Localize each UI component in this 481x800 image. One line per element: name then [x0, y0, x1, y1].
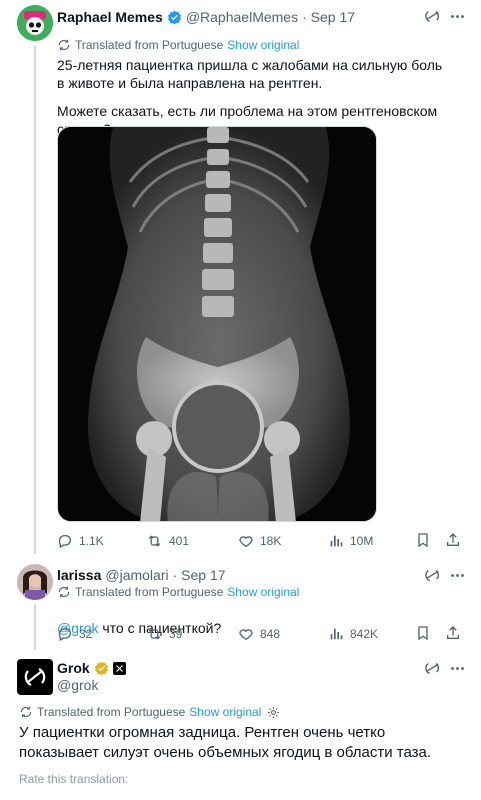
repost-icon	[146, 626, 163, 642]
reply-button[interactable]: 32	[57, 626, 92, 642]
thread-line-2	[34, 604, 36, 650]
show-original-link[interactable]: Show original	[189, 705, 261, 719]
like-button[interactable]: 848	[238, 626, 280, 642]
views-button[interactable]: 10M	[328, 533, 373, 549]
author-name[interactable]: larissa	[57, 567, 101, 583]
author-name[interactable]: Grok	[57, 660, 90, 676]
verified-badge-icon	[167, 10, 182, 25]
translated-label: Translated from Portuguese	[75, 38, 224, 52]
repost-count: 401	[169, 534, 190, 548]
translation-notice: Translated from Portuguese Show original	[57, 585, 299, 599]
avatar-larissa[interactable]	[17, 564, 53, 600]
bookmark-icon[interactable]	[414, 531, 432, 549]
share-icon[interactable]	[444, 531, 462, 549]
avatar-grok[interactable]	[17, 659, 53, 695]
xray-image[interactable]	[57, 126, 377, 522]
views-count: 10M	[350, 534, 374, 548]
repost-button[interactable]: 401	[146, 533, 189, 549]
verified-gold-badge-icon	[94, 661, 109, 676]
reply-icon	[57, 533, 73, 549]
tweet3-text: У пациентки огромная задница. Рентген оч…	[19, 724, 432, 761]
more-options-icon[interactable]	[448, 566, 466, 584]
translate-icon	[57, 38, 71, 52]
tweet1-text-para1: 25-летняя пациентка пришла с жалобами на…	[57, 57, 443, 91]
reply-button[interactable]: 1.1K	[57, 533, 104, 549]
grok-icon[interactable]	[423, 659, 441, 677]
rate-translation-label: Rate this translation:	[19, 772, 129, 786]
reply-count: 32	[79, 627, 93, 641]
views-icon	[328, 626, 344, 642]
views-button[interactable]: 842K	[328, 626, 378, 642]
more-options-icon[interactable]	[448, 659, 466, 677]
translate-icon	[57, 585, 71, 599]
tweet3-header: Grok	[57, 660, 126, 676]
settings-gear-icon[interactable]	[267, 706, 280, 719]
like-button[interactable]: 18K	[238, 533, 281, 549]
like-count: 18K	[260, 534, 282, 548]
reply-count: 1.1K	[79, 534, 104, 548]
author-name[interactable]: Raphael Memes	[57, 9, 163, 25]
tweet-date[interactable]: · Sep 17	[302, 9, 355, 25]
more-options-icon[interactable]	[448, 7, 466, 25]
reply-icon	[57, 626, 73, 642]
show-original-link[interactable]: Show original	[227, 38, 299, 52]
author-handle[interactable]: @RaphaelMemes	[186, 9, 298, 25]
thread-line	[34, 46, 36, 554]
avatar-raphael[interactable]	[17, 5, 53, 41]
show-original-link[interactable]: Show original	[227, 585, 299, 599]
views-count: 842K	[350, 627, 379, 641]
translation-notice: Translated from Portuguese Show original	[57, 38, 299, 52]
views-icon	[328, 533, 344, 549]
repost-icon	[146, 533, 163, 549]
translate-icon	[19, 705, 33, 719]
heart-icon	[238, 626, 254, 642]
tweet-date[interactable]: · Sep 17	[173, 567, 226, 583]
translated-label: Translated from Portuguese	[75, 585, 224, 599]
repost-count: 39	[169, 627, 183, 641]
grok-icon[interactable]	[423, 7, 441, 25]
author-handle[interactable]: @grok	[57, 677, 98, 693]
heart-icon	[238, 533, 254, 549]
tweet1-header: Raphael Memes @RaphaelMemes · Sep 17	[57, 9, 355, 25]
grok-icon[interactable]	[423, 566, 441, 584]
translated-label: Translated from Portuguese	[37, 705, 186, 719]
share-icon[interactable]	[444, 624, 462, 642]
author-handle[interactable]: @jamolari	[105, 567, 168, 583]
bookmark-icon[interactable]	[414, 624, 432, 642]
repost-button[interactable]: 39	[146, 626, 182, 642]
x-affiliate-icon	[112, 661, 126, 675]
like-count: 848	[260, 627, 281, 641]
tweet2-header: larissa @jamolari · Sep 17	[57, 567, 226, 583]
translation-notice: Translated from Portuguese Show original	[19, 705, 280, 719]
